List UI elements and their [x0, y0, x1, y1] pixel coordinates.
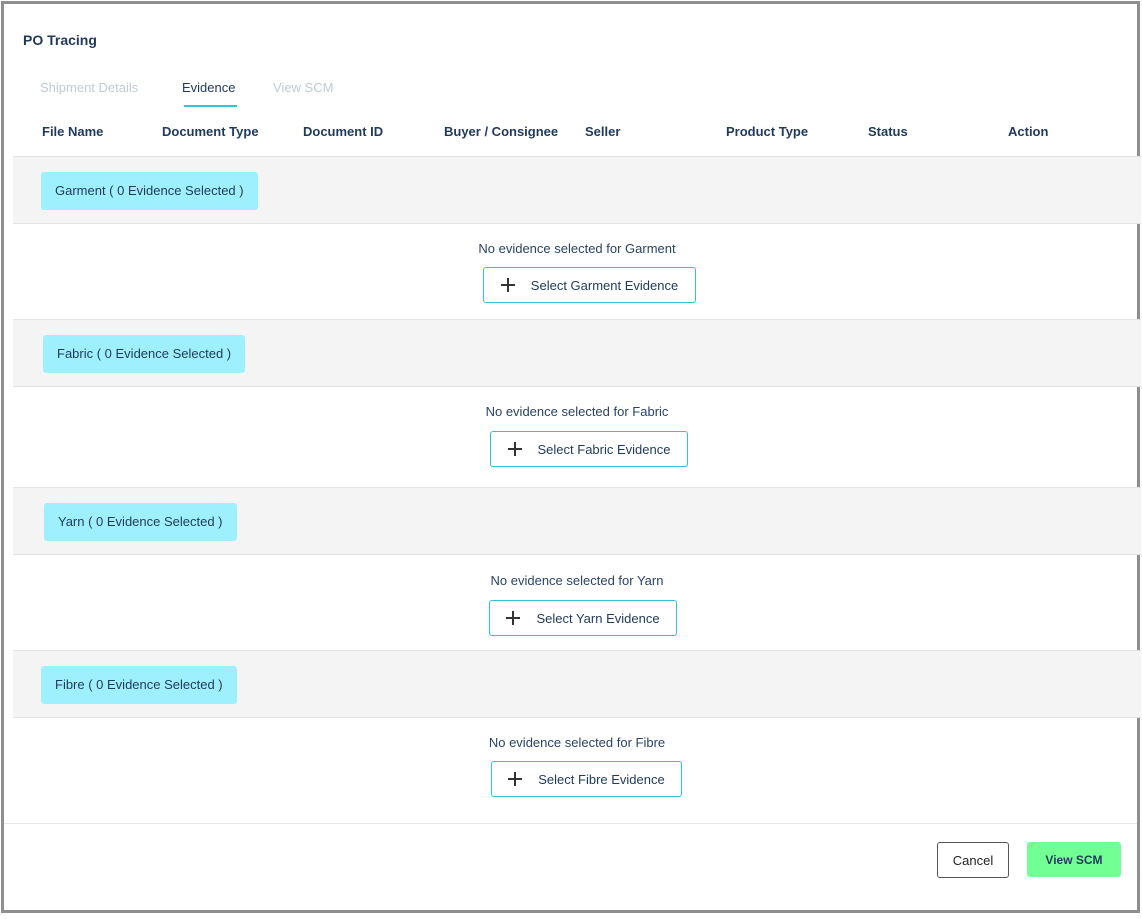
empty-message-fibre: No evidence selected for Fibre	[488, 735, 666, 750]
tab-view-scm[interactable]: View SCM	[273, 80, 333, 95]
select-fabric-evidence-label: Select Fabric Evidence	[537, 441, 671, 457]
column-document-id: Document ID	[303, 124, 384, 139]
select-fabric-evidence-button[interactable]: Select Fabric Evidence	[490, 431, 688, 467]
select-garment-evidence-label: Select Garment Evidence	[530, 277, 679, 293]
section-header-fibre: Fibre ( 0 Evidence Selected )	[13, 650, 1141, 718]
section-body-fabric: No evidence selected for Fabric Select F…	[13, 387, 1141, 487]
view-scm-button[interactable]: View SCM	[1027, 842, 1121, 877]
select-yarn-evidence-label: Select Yarn Evidence	[536, 610, 660, 626]
select-fibre-evidence-label: Select Fibre Evidence	[538, 771, 665, 787]
section-header-fabric: Fabric ( 0 Evidence Selected )	[13, 319, 1141, 387]
empty-message-yarn: No evidence selected for Yarn	[490, 573, 664, 588]
tab-evidence[interactable]: Evidence	[182, 80, 238, 107]
section-body-garment: No evidence selected for Garment Select …	[13, 224, 1141, 319]
cancel-button[interactable]: Cancel	[937, 842, 1009, 878]
column-product-type: Product Type	[726, 124, 809, 139]
select-garment-evidence-button[interactable]: Select Garment Evidence	[483, 267, 696, 303]
select-fibre-evidence-button[interactable]: Select Fibre Evidence	[491, 761, 682, 797]
empty-message-garment: No evidence selected for Garment	[478, 241, 676, 256]
plus-icon	[506, 611, 521, 625]
column-seller: Seller	[585, 124, 621, 139]
modal-title: PO Tracing	[23, 32, 97, 48]
plus-icon	[500, 278, 515, 292]
section-body-fibre: No evidence selected for Fibre Select Fi…	[13, 718, 1141, 822]
evidence-count-chip-yarn: Yarn ( 0 Evidence Selected )	[44, 503, 237, 541]
footer-divider	[4, 823, 1137, 824]
table-header: File Name Document Type Document ID Buye…	[13, 116, 1141, 156]
section-header-yarn: Yarn ( 0 Evidence Selected )	[13, 487, 1141, 555]
plus-icon	[508, 772, 523, 786]
section-body-yarn: No evidence selected for Yarn Select Yar…	[13, 555, 1141, 650]
tab-shipment-details[interactable]: Shipment Details	[40, 80, 138, 95]
column-document-type: Document Type	[162, 124, 259, 139]
column-buyer-consignee: Buyer / Consignee	[444, 124, 559, 139]
plus-icon	[507, 442, 522, 456]
column-action: Action	[1008, 124, 1049, 139]
section-header-garment: Garment ( 0 Evidence Selected )	[13, 156, 1141, 224]
column-status: Status	[868, 124, 908, 139]
evidence-count-chip-fibre: Fibre ( 0 Evidence Selected )	[41, 666, 237, 704]
evidence-count-chip-fabric: Fabric ( 0 Evidence Selected )	[43, 335, 246, 373]
empty-message-fabric: No evidence selected for Fabric	[485, 404, 669, 419]
po-tracing-modal: PO Tracing Shipment Details Evidence Vie…	[1, 1, 1141, 913]
column-file-name: File Name	[42, 124, 104, 139]
select-yarn-evidence-button[interactable]: Select Yarn Evidence	[489, 600, 677, 636]
evidence-count-chip-garment: Garment ( 0 Evidence Selected )	[41, 172, 258, 210]
